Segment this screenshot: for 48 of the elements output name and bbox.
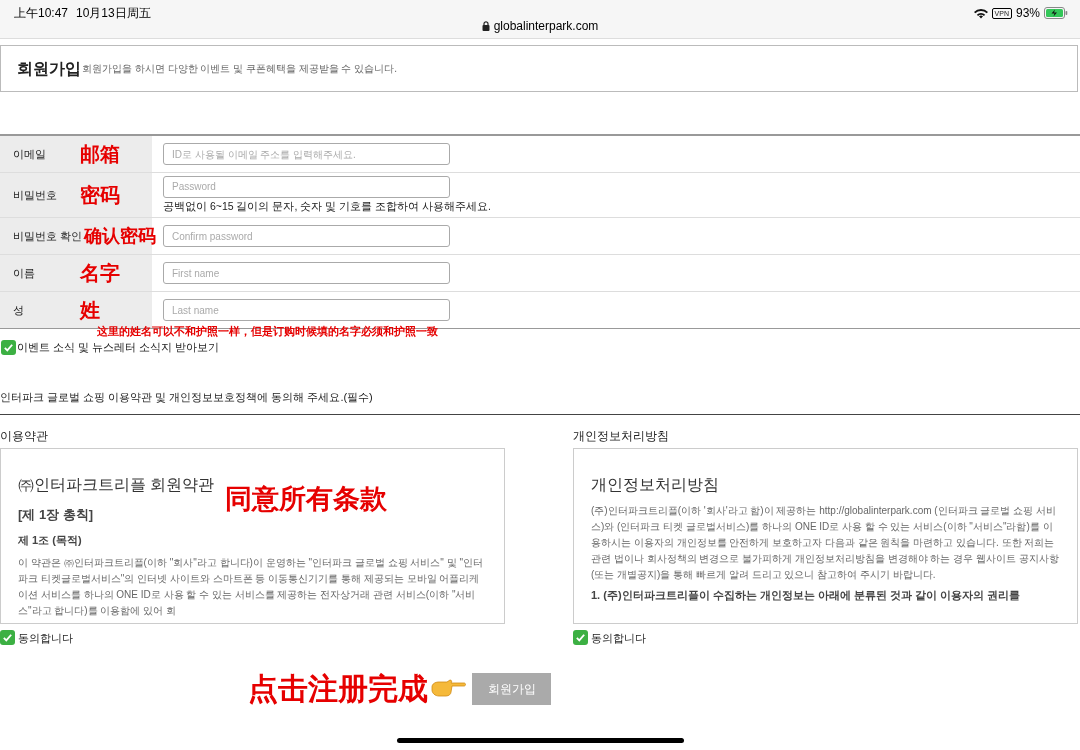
field-label: 성	[13, 302, 24, 318]
check-icon	[3, 341, 14, 353]
checkbox[interactable]	[1, 339, 16, 355]
annotation-text: 密码	[80, 183, 120, 208]
annotation-note: 这里的姓名可以不和护照一样，但是订购时候填的名字必须和护照一致	[97, 324, 438, 339]
field-label: 비밀번호	[13, 187, 57, 203]
battery-percent: 93%	[1015, 5, 1040, 22]
terms-paragraph: 이 약관은 ㈜인터파크트리플(이하 "회사"라고 합니다)이 운영하는 "인터파크 글로벌 쇼핑 서비스" 및 "인터파크 티켓글로벌서비스"의 인터넷 사이트와 스마트폰 등 이동통신기기를 통해 제공되는 모바일 어플리케이션 서비스를 하나의 ONE ID로 사용 할 수 있는 서비스를 제공하는 전자상거래 관련 서비스(이하 "서비스"라고 합니다)를 이용함에 있어 회	[18, 555, 484, 618]
input-field[interactable]: ID로 사용될 이메일 주소를 입력해주세요.	[163, 143, 450, 165]
annotation-text: 姓	[80, 298, 100, 323]
checkbox[interactable]	[573, 630, 588, 646]
battery-icon	[1044, 7, 1068, 19]
article-heading: 제 1조 (목적)	[18, 533, 82, 548]
annotation-text: 确认密码	[84, 224, 156, 248]
annotation-text: 同意所有条款	[225, 482, 387, 516]
annotation-text: 名字	[80, 261, 120, 286]
pointing-hand-icon	[430, 678, 466, 699]
annotation-text: 点击注册完成	[248, 671, 428, 707]
input-field[interactable]: Last name	[163, 299, 450, 321]
policy-paragraph: (주)인터파크트리플(이하 '회사'라고 함)이 제공하는 http://globalinterpark.com (인터파크 글로벌 쇼핑 서비스)와 (인터파크 티켓 글로벌서비스)를 하나의 ONE ID로 사용 할 수 있는 서비스(이하 "서비스"라함)를 이용하시는 이용자의 개인정보를 안전하게 보호하고자 다음과 같은 원칙을 마련하고 있습니다. 또한 저희는 관련 법이나 회사정책의 변경으로 불가피하게 개인정보처리방침을 변경해야 하는 경우 웹사이트 공지사항 (또는 개별공지)을 통해 빠르게 알려 드리고 있으니 참고하여 주시기 바랍니다.	[591, 503, 1060, 582]
input-field[interactable]: Password	[163, 175, 450, 198]
document-title: 개인정보처리방침	[591, 474, 720, 495]
field-label: 비밀번호 확인	[13, 228, 83, 244]
input-field[interactable]: First name	[163, 262, 450, 284]
section-title: 인터파크 글로벌 쇼핑 이용약관 및 개인정보보호정책에 동의해 주세요.(필수)	[0, 390, 373, 403]
panel-heading: 이용약관	[0, 427, 49, 445]
checkbox-label: 이벤트 소식 및 뉴스레터 소식지 받아보기	[17, 340, 220, 355]
field-hint: 공백없이 6~15 길이의 문자, 숫자 및 기호를 조합하여 사용해주세요.	[163, 198, 491, 214]
status-date: 10月13日周五	[76, 5, 151, 22]
checkbox-label: 동의합니다	[18, 630, 73, 646]
status-time: 上午10:47	[14, 5, 69, 22]
panel-heading: 개인정보처리방침	[573, 427, 670, 445]
section-heading: 1. (주)인터파크트리플이 수집하는 개인정보는 아래에 분류된 것과 같이 이용자의 권리를	[591, 587, 1021, 603]
chapter-heading: [제 1장 총칙]	[18, 505, 94, 524]
url-text[interactable]: globalinterpark.com	[493, 17, 599, 35]
lock-icon	[481, 21, 490, 31]
field-label: 이름	[13, 265, 35, 281]
document-title: ㈜인터파크트리플 회원약관	[18, 474, 215, 495]
checkbox-label: 동의합니다	[591, 630, 646, 646]
page-subtitle: 회원가입을 하시면 다양한 이벤트 및 쿠폰혜택을 제공받을 수 있습니다.	[82, 62, 397, 76]
annotation-text: 邮箱	[80, 142, 120, 167]
wifi-icon	[973, 7, 988, 19]
checkbox[interactable]	[0, 630, 15, 646]
check-icon	[2, 632, 13, 644]
input-field[interactable]: Confirm password	[163, 225, 450, 247]
check-icon	[575, 632, 586, 644]
field-label: 이메일	[13, 146, 46, 162]
page-title: 회원가입	[17, 58, 81, 79]
